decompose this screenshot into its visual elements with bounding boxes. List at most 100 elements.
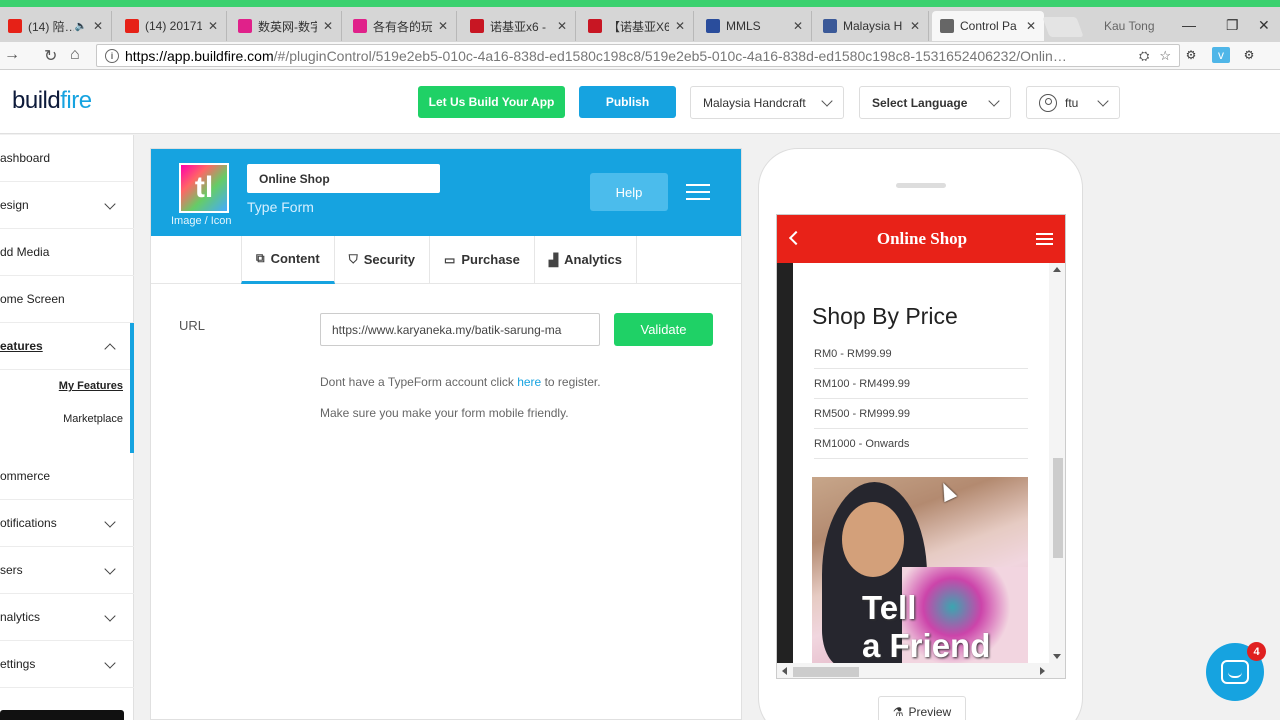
hamburger-menu-icon[interactable] — [686, 184, 710, 200]
browser-tab[interactable]: 各有各的玩 ✕ — [345, 11, 457, 41]
sidebar-item-nalytics[interactable]: nalytics — [0, 594, 134, 641]
chevron-up-icon[interactable] — [104, 343, 116, 355]
sidebar-item-otifications[interactable]: otifications — [0, 500, 134, 547]
browser-tab[interactable]: MMLS ✕ — [698, 11, 812, 41]
minimize-icon[interactable]: — — [1182, 17, 1196, 33]
plugin-title-input[interactable]: Online Shop — [247, 164, 440, 193]
preview-vertical-scrollbar[interactable] — [1049, 263, 1065, 663]
build-app-button[interactable]: Let Us Build Your App — [418, 86, 565, 118]
buildfire-logo[interactable]: buildfire — [12, 87, 92, 115]
validate-button[interactable]: Validate — [614, 313, 713, 346]
price-range-item[interactable]: RM1000 - Onwards — [814, 429, 1028, 459]
chevron-down-icon[interactable] — [104, 610, 116, 622]
tab-close-icon[interactable]: ✕ — [675, 19, 685, 33]
tab-close-icon[interactable]: ✕ — [1026, 19, 1036, 33]
user-avatar-icon — [1039, 93, 1057, 112]
sidebar-item-label: ettings — [0, 657, 36, 671]
preview-button[interactable]: ⚗ Preview — [878, 696, 966, 720]
sidebar-item-ommerce[interactable]: ommerce — [0, 453, 134, 500]
tab-close-icon[interactable]: ✕ — [438, 19, 448, 33]
vimeo-extension-icon[interactable]: v — [1212, 47, 1230, 63]
sidebar-item-ashboard[interactable]: ashboard — [0, 135, 134, 182]
browser-tab[interactable]: Control Pa ✕ — [932, 11, 1044, 41]
new-tab-button[interactable] — [1042, 17, 1084, 37]
plugin-icon-image[interactable]: tl — [179, 163, 229, 213]
tab-close-icon[interactable]: ✕ — [208, 19, 218, 33]
tab-purchase[interactable]: ▭ Purchase — [430, 236, 535, 284]
tab-close-icon[interactable]: ✕ — [910, 19, 920, 33]
sidebar-item-eatures[interactable]: eatures — [0, 323, 134, 370]
user-menu-dropdown[interactable]: ftu — [1026, 86, 1120, 119]
user-name: ftu — [1065, 95, 1079, 110]
price-range-item[interactable]: RM500 - RM999.99 — [814, 399, 1028, 429]
browser-tab[interactable]: (14) 陪… 🔈 ✕ — [0, 11, 112, 41]
tab-audio-icon[interactable]: 🔈 — [74, 21, 86, 32]
sidebar-subitem-my-features[interactable]: My Features — [59, 380, 123, 392]
tab-analytics[interactable]: ▟ Analytics — [534, 236, 637, 284]
browser-tab[interactable]: 【诺基亚X6 ✕ — [580, 11, 694, 41]
reload-icon[interactable]: ↻ — [44, 46, 57, 66]
url-input[interactable]: https://www.karyaneka.my/batik-sarung-ma — [320, 313, 600, 346]
scroll-thumb[interactable] — [1053, 458, 1063, 558]
chat-unread-badge: 4 — [1247, 642, 1266, 661]
sidebar-item-ome-screen[interactable]: ome Screen — [0, 276, 134, 323]
sidebar-item-dd-media[interactable]: dd Media — [0, 229, 134, 276]
close-window-icon[interactable]: ✕ — [1258, 17, 1270, 34]
extension-icon[interactable]: ⚙ — [1182, 47, 1200, 63]
tab-content[interactable]: ⧉ Content — [241, 236, 335, 284]
forward-icon[interactable]: → — [4, 46, 20, 64]
register-note-suffix: to register. — [541, 375, 601, 389]
publish-button[interactable]: Publish — [579, 86, 676, 118]
scroll-right-icon[interactable] — [1040, 667, 1045, 675]
tab-close-icon[interactable]: ✕ — [793, 19, 803, 33]
sidebar-item-esign[interactable]: esign — [0, 182, 134, 229]
price-range-item[interactable]: RM100 - RM499.99 — [814, 369, 1028, 399]
plugin-control-panel: tl Image / Icon Online Shop Type Form He… — [150, 148, 742, 720]
price-range-item[interactable]: RM0 - RM99.99 — [814, 339, 1028, 369]
preview-horizontal-scrollbar[interactable] — [777, 663, 1065, 678]
language-selector-dropdown[interactable]: Select Language — [859, 86, 1011, 119]
tab-security[interactable]: ⛉ Security — [334, 236, 431, 284]
chevron-down-icon[interactable] — [104, 198, 116, 210]
sidebar-item-ettings[interactable]: ettings — [0, 641, 134, 688]
app-selector-dropdown[interactable]: Malaysia Handcraft — [690, 86, 844, 119]
browser-tab[interactable]: 数英网-数字 ✕ — [230, 11, 342, 41]
address-bar[interactable]: i https://app.buildfire.com/#/pluginCont… — [96, 44, 1180, 67]
preview-menu-icon[interactable] — [1036, 233, 1053, 245]
scroll-left-icon[interactable] — [782, 667, 787, 675]
extension-icon-2[interactable]: ⚙ — [1240, 47, 1258, 63]
browser-tab[interactable]: Malaysia H ✕ — [815, 11, 929, 41]
tab-close-icon[interactable]: ✕ — [93, 19, 103, 33]
phone-icon — [940, 19, 954, 33]
sidebar-active-indicator — [130, 323, 134, 453]
sidebar-subitem-marketplace[interactable]: Marketplace — [63, 413, 123, 425]
phone-speaker — [896, 183, 946, 188]
bookmark-star-icon[interactable]: ☆ — [1159, 48, 1171, 64]
site-info-icon[interactable]: i — [105, 48, 119, 63]
chevron-down-icon[interactable] — [104, 563, 116, 575]
tab-close-icon[interactable]: ✕ — [323, 19, 333, 33]
scroll-down-icon[interactable] — [1053, 654, 1061, 659]
restore-icon[interactable]: ❐ — [1226, 17, 1239, 34]
tell-a-friend-banner[interactable]: Tell a Friend — [812, 477, 1028, 667]
translate-icon[interactable]: ⛭ — [1139, 48, 1149, 64]
facebook-icon — [823, 19, 837, 33]
browser-tab-title: Control Pa — [960, 19, 1017, 33]
browser-tab[interactable]: (14) 20171 ✕ — [117, 11, 227, 41]
chevron-down-icon[interactable] — [104, 516, 116, 528]
chevron-down-icon[interactable] — [104, 657, 116, 669]
plugin-header: tl Image / Icon Online Shop Type Form He… — [151, 149, 741, 236]
register-link[interactable]: here — [517, 375, 541, 389]
youtube-icon — [8, 19, 22, 33]
tab-close-icon[interactable]: ✕ — [557, 19, 567, 33]
help-button[interactable]: Help — [590, 173, 668, 211]
sidebar-item-label: nalytics — [0, 610, 41, 624]
preview-side-strip — [777, 263, 793, 663]
register-note: Dont have a TypeForm account click here … — [320, 375, 601, 389]
sidebar-item-sers[interactable]: sers — [0, 547, 134, 594]
browser-tab[interactable]: 诺基亚x6 - ✕ — [462, 11, 576, 41]
home-icon[interactable]: ⌂ — [70, 46, 80, 64]
scroll-up-icon[interactable] — [1053, 267, 1061, 272]
scroll-thumb-horizontal[interactable] — [793, 667, 859, 677]
browser-profile-name[interactable]: Kau Tong — [1104, 19, 1155, 33]
